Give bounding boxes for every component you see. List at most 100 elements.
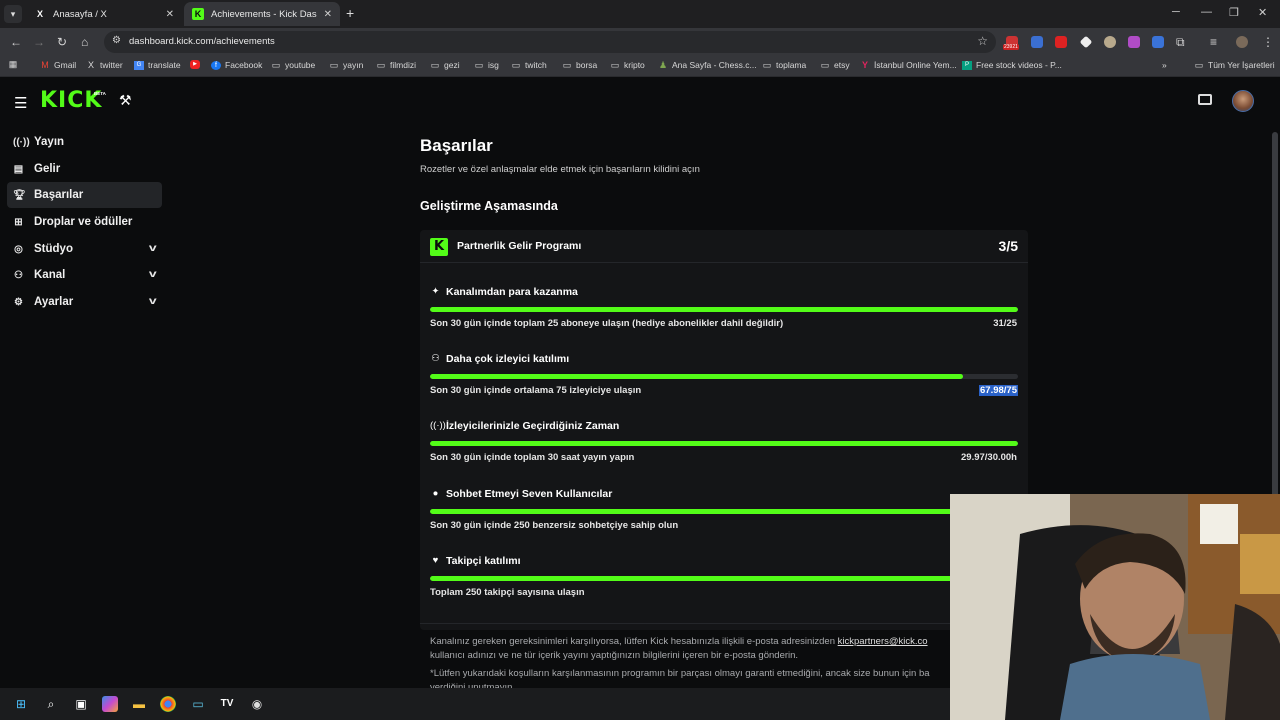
pexels-icon: P: [962, 60, 972, 70]
folder-icon: ▭: [1194, 59, 1204, 70]
extension-badge: 23921: [1003, 44, 1019, 50]
bookmark-label: Free stock videos - P...: [976, 60, 1062, 70]
window-minimize-icon[interactable]: —: [1201, 6, 1212, 18]
close-window-icon[interactable]: ✕: [1258, 6, 1267, 19]
extension-diamond-icon[interactable]: [1079, 35, 1093, 49]
more-bookmarks-icon[interactable]: »: [1162, 60, 1167, 70]
achievement-value: 31/25: [993, 318, 1017, 329]
extension-purple-icon[interactable]: [1128, 36, 1140, 48]
bookmark-star-icon[interactable]: ☆: [977, 34, 988, 48]
bookmark-folder-yayin[interactable]: ▭ yayın: [329, 60, 364, 70]
bookmark-facebook[interactable]: f Facebook: [211, 60, 262, 70]
partner-note-line2: kullanıcı adınızı ve ne tür içerik yayın…: [430, 650, 799, 661]
achievement-name: Daha çok izleyici katılımı: [446, 353, 570, 365]
bookmark-folder-youtube[interactable]: ▭ youtube: [271, 60, 316, 70]
chevron-down-icon[interactable]: v: [149, 296, 157, 307]
tab-search-icon[interactable]: ▾: [4, 5, 22, 23]
bookmark-folder-toplama[interactable]: ▭ toplama: [762, 60, 807, 70]
adblock-extension-icon[interactable]: [1055, 36, 1067, 48]
obs-icon[interactable]: ◉: [249, 696, 265, 712]
bookmark-free-stock-videos[interactable]: P Free stock videos - P...: [962, 60, 1062, 70]
chat-icon: ●: [432, 488, 439, 499]
back-icon[interactable]: ←: [10, 35, 22, 49]
hamburger-menu-icon[interactable]: ☰: [14, 94, 27, 112]
site-info-icon[interactable]: ⚙: [112, 35, 121, 46]
bookmark-folder-etsy[interactable]: ▭ etsy: [820, 60, 850, 70]
bookmark-folder-filmdizi[interactable]: ▭ filmdizi: [376, 60, 416, 70]
search-icon[interactable]: ⌕: [43, 696, 59, 712]
progress-track: [430, 374, 1018, 379]
extensions-puzzle-icon[interactable]: ⧉: [1176, 35, 1185, 50]
bookmark-gmail[interactable]: M Gmail: [40, 60, 76, 70]
apps-grid-icon[interactable]: ▦: [8, 60, 18, 69]
bookmark-label: filmdizi: [390, 60, 416, 70]
sidebar-item-kanal[interactable]: ⚇ Kanal v: [7, 262, 162, 288]
gmail-icon: M: [41, 59, 49, 70]
sidebar-item-label: Stüdyo: [34, 243, 73, 255]
forward-icon[interactable]: →: [33, 35, 45, 49]
close-icon[interactable]: ✕: [324, 9, 332, 20]
webcam-image: [950, 494, 1280, 720]
new-tab-icon[interactable]: +: [346, 5, 354, 21]
sidebar-item-yayin[interactable]: ((·)) Yayın: [7, 129, 162, 155]
bookmark-folder-twitch[interactable]: ▭ twitch: [511, 60, 547, 70]
address-bar[interactable]: ⚙ dashboard.kick.com/achievements ☆: [104, 31, 996, 53]
sidebar-item-studyo[interactable]: ◎ Stüdyo v: [7, 236, 162, 262]
menu-kebab-icon[interactable]: ⋮: [1262, 35, 1274, 49]
bookmark-twitter[interactable]: Xtwitter: [86, 60, 123, 70]
sidebar-item-ayarlar[interactable]: ⚙ Ayarlar v: [7, 289, 162, 315]
profile-avatar-icon[interactable]: [1236, 36, 1248, 48]
kick-logo-icon: K: [192, 8, 204, 20]
bookmark-folder-borsa[interactable]: ▭ borsa: [562, 60, 598, 70]
chevron-down-icon[interactable]: v: [149, 269, 157, 280]
achievement-name: Sohbet Etmeyi Seven Kullanıcılar: [446, 488, 613, 500]
achievement-count: 3/5: [998, 238, 1018, 254]
extension-wave-icon[interactable]: [1152, 36, 1164, 48]
avatar[interactable]: [1232, 90, 1254, 112]
all-bookmarks[interactable]: ▭ Tüm Yer İşaretleri: [1194, 60, 1275, 70]
windows-start-icon[interactable]: ⊞: [13, 696, 29, 712]
bookmark-folder-kripto[interactable]: ▭ kripto: [610, 60, 645, 70]
translate-extension-icon[interactable]: [1031, 36, 1043, 48]
tab-title: Achievements - Kick Dashboard: [211, 8, 317, 20]
reload-icon[interactable]: ↻: [57, 35, 67, 49]
bookmark-label: Ana Sayfa - Chess.c...: [672, 60, 757, 70]
windows-taskbar: ⊞ ⌕ ▣ ▬ ▭ TV ◉: [0, 688, 950, 720]
achievement-description: Son 30 gün içinde 250 benzersiz sohbetçi…: [430, 520, 679, 531]
app-header: ☰ KICK BETA ⚒: [0, 80, 1280, 122]
task-view-icon[interactable]: ▣: [73, 696, 89, 712]
sidebar-item-basarilar[interactable]: 🏆︎ Başarılar: [7, 182, 162, 208]
achievement-item: ((·)) İzleyicilerinizle Geçirdiğiniz Zam…: [430, 420, 1018, 480]
home-icon[interactable]: ⌂: [81, 35, 88, 49]
bookmark-translate[interactable]: Gtranslate: [134, 60, 181, 70]
maximize-icon[interactable]: ❐: [1229, 6, 1239, 19]
progress-fill: [430, 307, 1018, 312]
creator-studio-icon[interactable]: [1198, 94, 1212, 105]
bookmark-istanbul-online[interactable]: Y İstanbul Online Yem...: [860, 60, 957, 70]
close-icon[interactable]: ✕: [166, 9, 174, 20]
bookmark-folder-isg[interactable]: ▭ isg: [474, 60, 499, 70]
bookmark-chess[interactable]: ♟ Ana Sayfa - Chess.c...: [658, 60, 757, 70]
sidebar-item-droplar[interactable]: ⊞ Droplar ve ödüller: [7, 209, 162, 235]
tab-kick-dashboard[interactable]: K Achievements - Kick Dashboard ✕: [184, 2, 340, 26]
users-icon: ⚇: [14, 269, 23, 281]
sidebar-item-gelir[interactable]: ▤ Gelir: [7, 156, 162, 182]
file-explorer-icon[interactable]: ▬: [131, 696, 147, 712]
copilot-icon[interactable]: [102, 696, 118, 712]
achievement-description: Son 30 gün içinde toplam 25 aboneye ulaş…: [430, 318, 784, 329]
chevron-down-icon[interactable]: v: [149, 243, 157, 254]
scrollbar-thumb[interactable]: [1272, 132, 1278, 552]
bookmark-folder-gezi[interactable]: ▭ gezi: [430, 60, 460, 70]
hammer-icon[interactable]: ⚒: [119, 92, 132, 109]
tradingview-icon[interactable]: TV: [219, 696, 235, 712]
folder-icon: ▭: [474, 59, 484, 70]
app-icon[interactable]: ▭: [190, 696, 206, 712]
minimize-icon[interactable]: ─: [1172, 6, 1180, 18]
reading-list-icon[interactable]: ≡: [1210, 35, 1217, 49]
bookmark-youtube-icon[interactable]: ▶: [190, 60, 200, 69]
tab-twitter[interactable]: X Anasayfa / X ✕: [26, 2, 182, 26]
translate-icon: G: [134, 60, 144, 70]
partner-email-link[interactable]: kickpartners@kick.co: [838, 636, 928, 647]
extension-round-icon[interactable]: [1104, 36, 1116, 48]
chrome-icon[interactable]: [160, 696, 176, 712]
